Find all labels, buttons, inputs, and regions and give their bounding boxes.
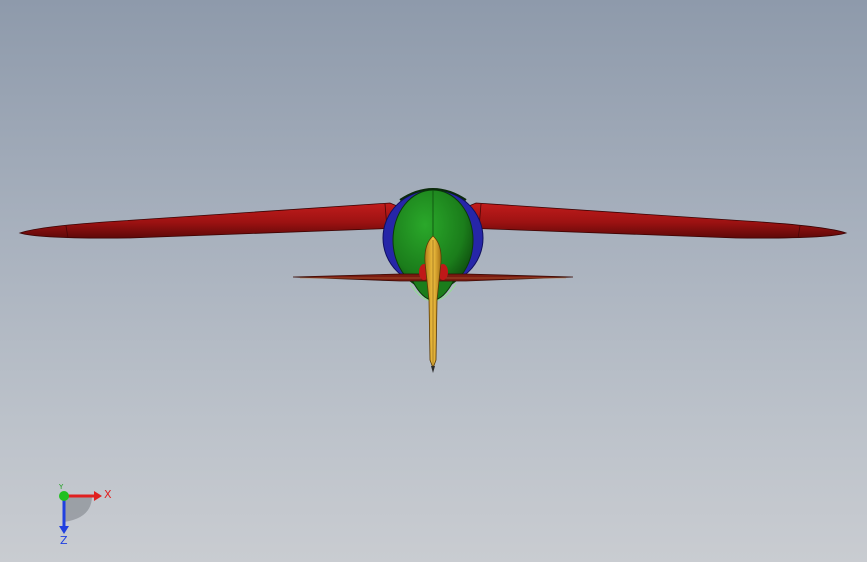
orientation-triad: X Y Z	[48, 482, 118, 547]
triad-shadow	[64, 496, 92, 522]
airplane-model[interactable]	[0, 0, 867, 562]
y-axis-dot	[59, 491, 69, 501]
x-axis-arrow	[94, 491, 102, 501]
y-axis-label: Y	[58, 483, 64, 491]
graphics-viewport[interactable]: X Y Z	[0, 0, 867, 562]
right-wing[interactable]	[463, 202, 848, 239]
x-axis-label: X	[104, 488, 112, 501]
left-wing[interactable]	[18, 202, 403, 239]
z-axis-label: Z	[60, 534, 68, 546]
z-axis-arrow	[59, 526, 69, 534]
tail-tip	[431, 366, 435, 373]
